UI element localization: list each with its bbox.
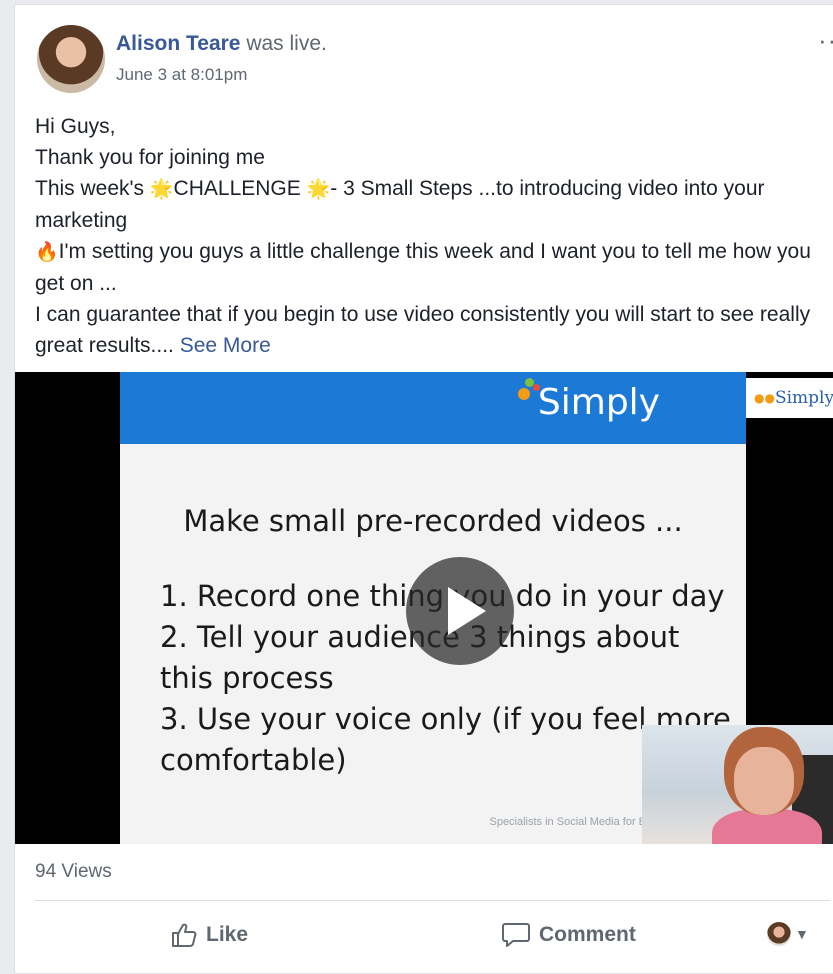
sparkle-emoji-icon: 🌟: [149, 179, 174, 200]
thumbs-up-icon: [172, 923, 197, 947]
see-more-link[interactable]: See More: [180, 334, 271, 357]
logo-dots-icon: [516, 378, 544, 406]
author-avatar[interactable]: [37, 25, 105, 93]
author-line: Alison Teare was live.: [116, 32, 327, 56]
post-text-line: This week's 🌟CHALLENGE 🌟- 3 Small Steps …: [35, 173, 830, 236]
post-action-text: was live.: [240, 32, 327, 55]
sparkle-emoji-icon: 🌟: [306, 179, 331, 200]
post-timestamp[interactable]: June 3 at 8:01pm: [116, 65, 247, 85]
text-fragment: CHALLENGE: [173, 177, 307, 200]
corner-logo-text: Simply: [774, 388, 833, 408]
text-fragment: This week's: [35, 177, 150, 200]
logo-text: Simply: [537, 382, 660, 423]
fire-emoji-icon: 🔥: [35, 242, 59, 263]
webcam-presenter-head: [734, 747, 794, 815]
comment-button[interactable]: Comment: [501, 917, 636, 953]
more-options-icon[interactable]: ···: [818, 25, 833, 56]
post-card: Alison Teare was live. June 3 at 8:01pm …: [14, 4, 833, 974]
author-name-link[interactable]: Alison Teare: [116, 32, 240, 55]
post-text-line: I can guarantee that if you begin to use…: [35, 299, 830, 361]
post-text-line: Hi Guys,: [35, 115, 116, 138]
comment-label: Comment: [539, 923, 636, 946]
divider: [35, 900, 830, 901]
simply-logo: Simply: [517, 378, 660, 423]
slide-banner: Simply: [120, 372, 746, 444]
caret-down-icon: ▼: [795, 926, 809, 942]
post-text-line: Thank you for joining me: [35, 146, 265, 169]
like-button[interactable]: Like: [170, 917, 248, 953]
user-avatar-small: [767, 922, 791, 946]
webcam-overlay: [642, 725, 833, 844]
post-text-line: 🔥I'm setting you guys a little challenge…: [35, 236, 830, 299]
video-player[interactable]: Simply Make small pre-recorded videos ..…: [15, 372, 833, 844]
comment-bubble-icon: [502, 923, 530, 947]
play-button[interactable]: [406, 557, 514, 665]
views-count: 94 Views: [35, 861, 112, 882]
slide-title: Make small pre-recorded videos ...: [183, 504, 683, 538]
corner-logo: ●●Simply: [746, 378, 833, 418]
text-fragment: I'm setting you guys a little challenge …: [35, 240, 811, 295]
audience-selector[interactable]: ▼: [767, 922, 809, 946]
like-label: Like: [206, 923, 249, 946]
play-icon: [448, 587, 486, 635]
slide-footer: Specialists in Social Media for B: [489, 816, 646, 828]
post-text: Hi Guys, Thank you for joining me This w…: [35, 111, 830, 361]
text-fragment: I can guarantee that if you begin to use…: [35, 303, 811, 357]
